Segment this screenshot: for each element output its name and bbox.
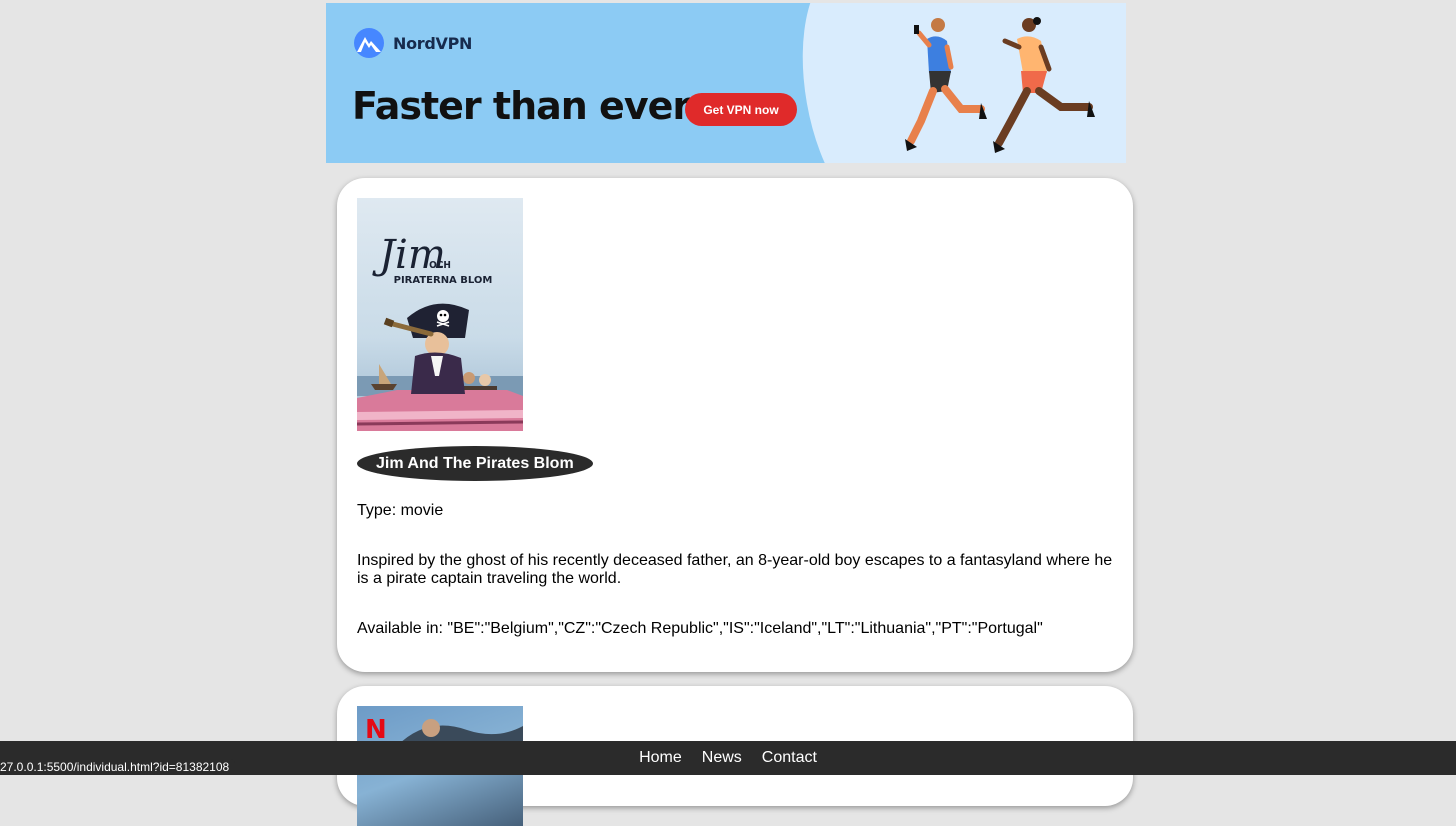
poster-script-title: Jim	[372, 232, 446, 278]
ad-logo: NordVPN	[352, 28, 472, 58]
movie-title[interactable]: Jim And The Pirates Blom	[357, 446, 593, 481]
footer-link-home[interactable]: Home	[639, 749, 682, 767]
movie-availability: Available in: "BE":"Belgium","CZ":"Czech…	[357, 620, 1043, 637]
footer-link-contact[interactable]: Contact	[762, 749, 817, 767]
movie-type: Type: movie	[357, 502, 444, 519]
nordvpn-logo-icon	[354, 28, 384, 58]
title-card: Jim OCH PIRATERNA BLOM Jim And The Pirat…	[337, 178, 1133, 672]
poster-image: Jim OCH PIRATERNA BLOM	[357, 198, 523, 431]
runners-illustration	[905, 17, 1095, 153]
poster-line1: OCH	[429, 260, 451, 271]
ad-banner[interactable]: NordVPN Faster than ever Get VPN now	[326, 3, 1126, 163]
movie-description: Inspired by the ghost of his recently de…	[357, 552, 1113, 587]
footer-link-news[interactable]: News	[702, 749, 742, 767]
ad-brand: NordVPN	[393, 33, 473, 53]
movie-poster[interactable]: Jim OCH PIRATERNA BLOM	[357, 198, 523, 431]
get-vpn-button[interactable]: Get VPN now	[685, 93, 797, 126]
ad-headline: Faster than ever	[352, 84, 691, 128]
poster-line2: PIRATERNA BLOM	[394, 275, 493, 286]
status-bar-url: 27.0.0.1:5500/individual.html?id=8138210…	[0, 759, 236, 775]
